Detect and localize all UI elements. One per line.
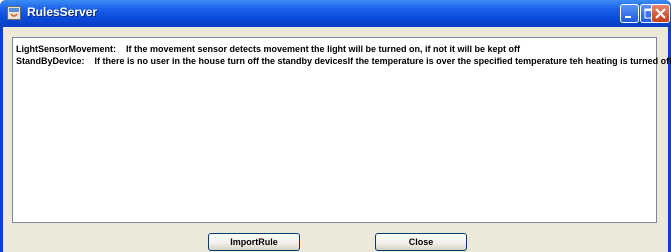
close-window-button[interactable] [651, 4, 670, 23]
close-icon [655, 8, 666, 19]
java-app-icon [7, 6, 21, 20]
minimize-button[interactable] [620, 4, 639, 23]
rule-line-standby-device: StandByDevice: If there is no user in th… [16, 56, 671, 66]
close-button[interactable]: Close [375, 233, 467, 251]
rules-text-area[interactable]: LightSensorMovement: If the movement sen… [12, 37, 671, 223]
window-title: RulesServer [27, 5, 98, 19]
title-bar[interactable]: RulesServer [0, 0, 671, 27]
minimize-icon [625, 16, 631, 18]
rules-server-window: RulesServer LightSensorMovement: If the … [0, 0, 671, 252]
rule-line-light-sensor: LightSensorMovement: If the movement sen… [16, 44, 521, 54]
import-rule-button[interactable]: ImportRule [208, 233, 300, 251]
client-area: LightSensorMovement: If the movement sen… [3, 27, 671, 252]
